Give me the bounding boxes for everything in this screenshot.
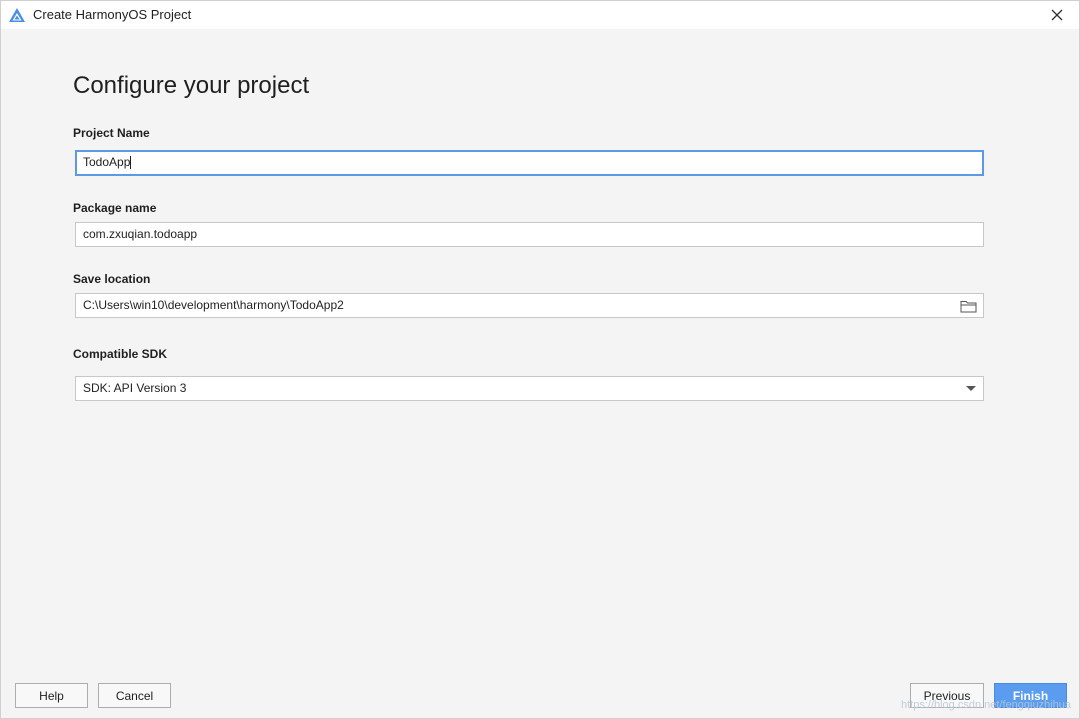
package-name-input[interactable]: com.zxuqian.todoapp [75, 222, 984, 247]
compatible-sdk-value: SDK: API Version 3 [83, 381, 187, 395]
project-name-input[interactable]: TodoApp [75, 150, 984, 176]
create-project-dialog: Create HarmonyOS Project Configure your … [0, 0, 1080, 719]
browse-folder-button[interactable] [959, 297, 977, 314]
chevron-down-icon [966, 386, 976, 391]
harmony-logo-icon [8, 7, 26, 23]
watermark: https://blog.csdn.net/fengqiuzhihua [900, 699, 1071, 711]
compatible-sdk-label: Compatible SDK [73, 347, 168, 361]
close-icon [1051, 9, 1063, 21]
save-location-label: Save location [73, 272, 151, 286]
page-title: Configure your project [73, 72, 310, 99]
project-name-value: TodoApp [83, 155, 131, 169]
compatible-sdk-select[interactable]: SDK: API Version 3 [75, 376, 984, 401]
package-name-value: com.zxuqian.todoapp [83, 227, 198, 241]
title-bar: Create HarmonyOS Project [1, 1, 1079, 29]
package-name-label: Package name [73, 201, 157, 215]
window-title: Create HarmonyOS Project [33, 7, 192, 22]
close-button[interactable] [1045, 4, 1069, 26]
save-location-input[interactable]: C:\Users\win10\development\harmony\TodoA… [75, 293, 984, 318]
save-location-value: C:\Users\win10\development\harmony\TodoA… [83, 298, 344, 312]
cancel-button[interactable]: Cancel [98, 683, 171, 708]
project-name-label: Project Name [73, 126, 150, 140]
help-button[interactable]: Help [15, 683, 88, 708]
text-caret [130, 156, 132, 170]
folder-icon [960, 300, 976, 312]
